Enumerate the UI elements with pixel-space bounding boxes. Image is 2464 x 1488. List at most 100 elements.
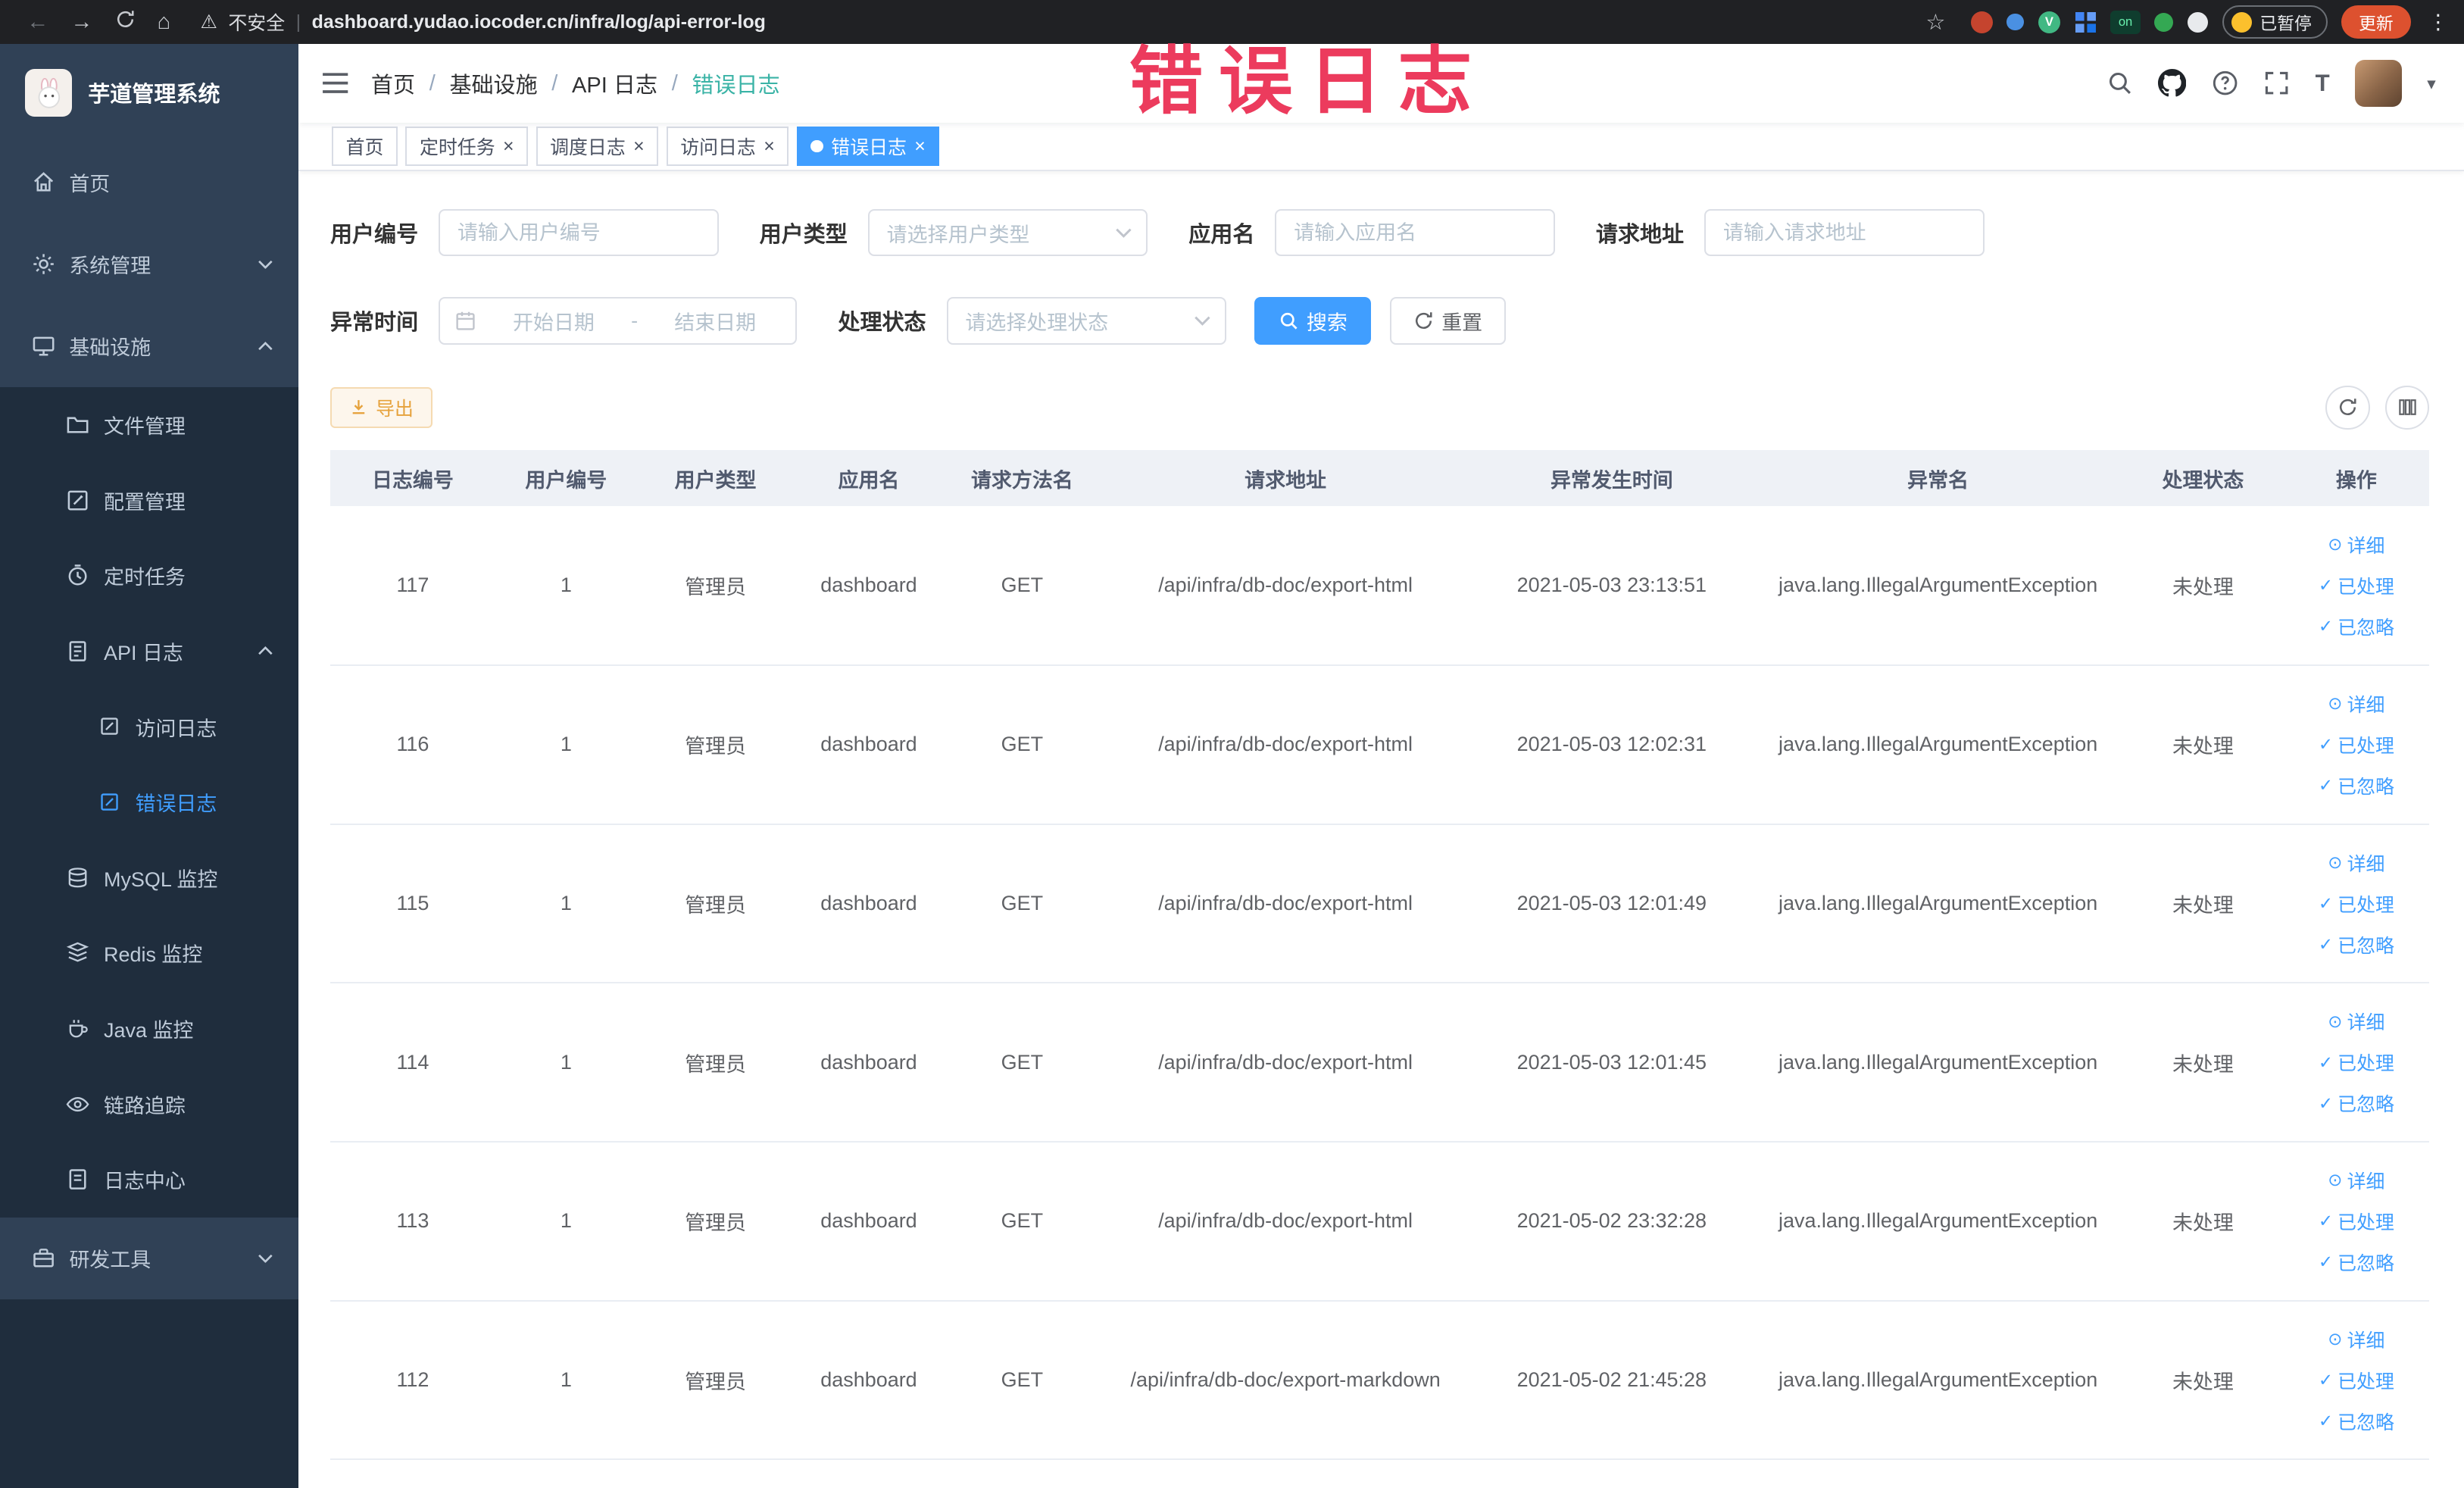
row-action-processed[interactable]: ✓ 已处理	[2283, 565, 2429, 606]
breadcrumb-home[interactable]: 首页	[371, 67, 415, 99]
row-action-detail[interactable]: ⊙ 详细	[2283, 1319, 2429, 1360]
row-action-processed[interactable]: ✓ 已处理	[2283, 1360, 2429, 1401]
table-cell: 1	[495, 665, 637, 825]
sidebar-item-api-logs[interactable]: API 日志	[0, 613, 299, 689]
tab-schedule-log[interactable]: 调度日志 ×	[536, 127, 659, 167]
user-type-select[interactable]: 请选择用户类型	[867, 209, 1148, 257]
tab-scheduled-tasks[interactable]: 定时任务 ×	[405, 127, 529, 167]
vue-devtools-icon[interactable]: V	[2038, 11, 2060, 33]
sidebar-item-home[interactable]: 首页	[0, 142, 298, 224]
export-button[interactable]: 导出	[329, 386, 433, 428]
sidebar-item-infrastructure[interactable]: 基础设施	[0, 305, 298, 387]
extension-icon-4[interactable]	[2075, 11, 2097, 33]
sidebar-item-log-center[interactable]: 日志中心	[0, 1142, 299, 1218]
tab-close-icon[interactable]: ×	[633, 136, 645, 156]
sidebar-item-link-tracing[interactable]: 链路追踪	[0, 1066, 299, 1143]
tab-error-log[interactable]: 错误日志 ×	[796, 127, 940, 167]
breadcrumb-current: 错误日志	[692, 73, 780, 98]
browser-back-icon[interactable]: ←	[27, 10, 48, 35]
row-action-detail[interactable]: ⊙ 详细	[2283, 524, 2429, 565]
table-cell: /api/infra/db-doc/export-html	[1101, 665, 1471, 825]
ignored-icon: ✓	[2318, 775, 2333, 796]
avatar-caret-icon[interactable]: ▾	[2427, 73, 2435, 94]
breadcrumb-infrastructure[interactable]: 基础设施	[449, 67, 537, 99]
sidebar-item-access-log[interactable]: 访问日志	[0, 689, 299, 764]
browser-reload-icon[interactable]	[115, 9, 136, 36]
row-action-label: 已忽略	[2338, 776, 2394, 798]
table-cell: 管理员	[636, 1300, 795, 1461]
app-name-input[interactable]	[1275, 209, 1555, 257]
search-button[interactable]: 搜索	[1254, 297, 1371, 345]
sidebar-item-error-log[interactable]: 错误日志	[0, 764, 299, 840]
sidebar-item-label: API 日志	[103, 641, 183, 664]
address-bar[interactable]: ⚠ 不安全 | dashboard.yudao.iocoder.cn/infra…	[201, 8, 1896, 36]
user-id-input[interactable]	[439, 209, 719, 257]
sidebar-item-scheduled-tasks[interactable]: 定时任务	[0, 537, 299, 614]
row-action-processed[interactable]: ✓ 已处理	[2283, 724, 2429, 765]
row-action-label: 已处理	[2338, 1053, 2394, 1075]
bookmark-star-icon[interactable]: ☆	[1925, 9, 1945, 36]
table-cell: /api/infra/db-doc/export-html	[1101, 1142, 1471, 1302]
extension-icon-7[interactable]	[2188, 11, 2208, 33]
column-settings-button[interactable]	[2385, 385, 2430, 430]
row-action-ignored[interactable]: ✓ 已忽略	[2283, 606, 2429, 647]
browser-forward-icon[interactable]: →	[70, 10, 92, 35]
extension-icon-2[interactable]	[2006, 13, 2025, 31]
sidebar-item-redis-monitor[interactable]: Redis 监控	[0, 915, 299, 991]
tab-access-log[interactable]: 访问日志 ×	[666, 127, 789, 167]
browser-home-icon[interactable]: ⌂	[158, 10, 171, 35]
paused-extension-button[interactable]: 已暂停	[2222, 5, 2328, 39]
browser-update-button[interactable]: 更新	[2341, 5, 2411, 39]
sidebar-item-file-mgmt[interactable]: 文件管理	[0, 386, 299, 463]
row-action-detail[interactable]: ⊙ 详细	[2283, 842, 2429, 883]
exception-time-range-picker[interactable]: 开始日期 - 结束日期	[439, 297, 798, 345]
sidebar-item-mysql-monitor[interactable]: MySQL 监控	[0, 839, 299, 916]
sidebar-item-config-mgmt[interactable]: 配置管理	[0, 462, 299, 538]
row-action-processed[interactable]: ✓ 已处理	[2283, 1042, 2429, 1083]
security-label[interactable]: 不安全	[228, 8, 285, 36]
row-action-ignored[interactable]: ✓ 已忽略	[2283, 1401, 2429, 1442]
sidebar-item-label: 配置管理	[103, 490, 186, 514]
search-icon	[1280, 312, 1298, 330]
page-url[interactable]: dashboard.yudao.iocoder.cn/infra/log/api…	[312, 11, 766, 33]
row-action-ignored[interactable]: ✓ 已忽略	[2283, 765, 2429, 806]
row-action-ignored[interactable]: ✓ 已忽略	[2283, 1242, 2429, 1283]
chevron-down-icon	[1116, 228, 1132, 238]
help-icon[interactable]	[2212, 70, 2238, 96]
extension-icon-6[interactable]	[2154, 12, 2174, 32]
column-header: 请求地址	[1101, 449, 1471, 507]
row-action-ignored[interactable]: ✓ 已忽略	[2283, 924, 2429, 965]
sidebar-item-dev-tools[interactable]: 研发工具	[0, 1218, 298, 1299]
breadcrumb: 首页 / 基础设施 / API 日志 / 错误日志	[371, 67, 780, 99]
sidebar-item-system-mgmt[interactable]: 系统管理	[0, 224, 298, 305]
row-action-processed[interactable]: ✓ 已处理	[2283, 1201, 2429, 1242]
sidebar-item-java-monitor[interactable]: Java 监控	[0, 990, 299, 1067]
hamburger-icon[interactable]	[298, 70, 370, 95]
refresh-button[interactable]	[2325, 385, 2370, 430]
error-log-table: 日志编号 用户编号 用户类型 应用名 请求方法名 请求地址 异常发生时间 异常名 处理状态 操作 …	[329, 449, 2430, 1461]
extension-on-badge[interactable]: on	[2110, 10, 2141, 34]
tab-close-icon[interactable]: ×	[914, 136, 926, 156]
table-cell: GET	[943, 824, 1101, 984]
row-action-detail[interactable]: ⊙ 详细	[2283, 683, 2429, 724]
table-cell: 1	[495, 983, 637, 1143]
browser-menu-icon[interactable]: ⋮	[2428, 11, 2448, 34]
tab-home[interactable]: 首页	[332, 127, 398, 167]
breadcrumb-api-logs[interactable]: API 日志	[572, 67, 657, 99]
tab-close-icon[interactable]: ×	[503, 136, 514, 156]
fullscreen-icon[interactable]	[2263, 70, 2290, 96]
row-action-processed[interactable]: ✓ 已处理	[2283, 883, 2429, 924]
app-logo[interactable]: 芋道管理系统	[0, 44, 298, 142]
font-size-icon[interactable]: T	[2316, 70, 2330, 97]
row-action-detail[interactable]: ⊙ 详细	[2283, 1160, 2429, 1201]
row-action-detail[interactable]: ⊙ 详细	[2283, 1001, 2429, 1042]
process-status-select[interactable]: 请选择处理状态	[946, 297, 1227, 345]
search-icon[interactable]	[2106, 70, 2133, 96]
row-action-ignored[interactable]: ✓ 已忽略	[2283, 1083, 2429, 1124]
request-url-input[interactable]	[1704, 209, 1985, 257]
reset-button[interactable]: 重置	[1389, 297, 1507, 345]
github-icon[interactable]	[2158, 69, 2187, 97]
tab-close-icon[interactable]: ×	[764, 136, 775, 156]
extension-icon-1[interactable]	[1970, 11, 1993, 33]
avatar[interactable]	[2354, 59, 2403, 108]
